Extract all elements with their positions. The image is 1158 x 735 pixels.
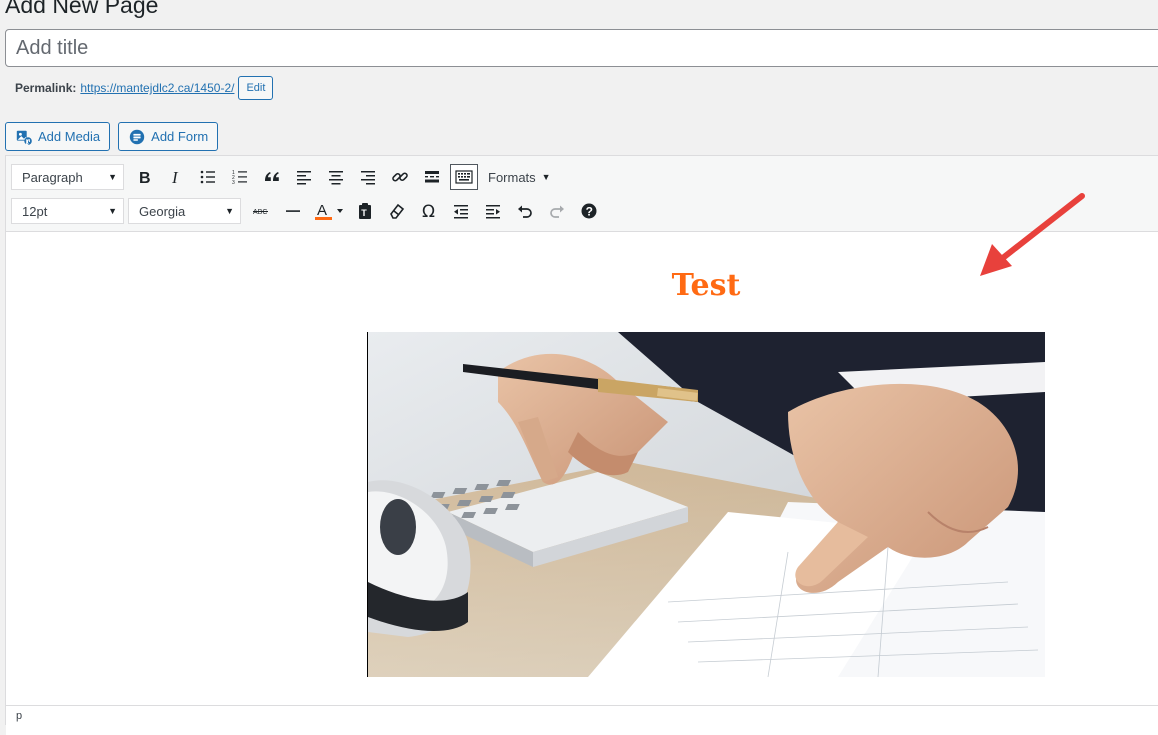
read-more-icon [425,171,439,183]
font-size-value: 12pt [22,203,48,219]
svg-text:A: A [317,202,327,219]
blockquote-icon [265,172,279,181]
align-center-icon [329,171,343,185]
toolbar-toggle-button[interactable] [450,164,478,190]
align-left-button[interactable] [288,162,320,192]
editor-content[interactable]: Test [6,232,1158,704]
blockquote-button[interactable] [256,162,288,192]
chevron-down-icon: ▼ [108,206,117,216]
svg-text:?: ? [586,205,593,219]
title-field-wrap [5,29,1158,67]
redo-icon [550,205,564,218]
svg-text:ABC: ABC [253,209,267,216]
insert-link-button[interactable] [384,162,416,192]
align-right-icon [361,171,375,185]
add-form-button[interactable]: Add Form [118,122,219,151]
text-color-icon: A [315,202,343,220]
keyboard-icon [455,170,473,184]
block-format-value: Paragraph [22,169,83,185]
align-center-button[interactable] [320,162,352,192]
paste-text-button[interactable]: T [349,196,381,226]
align-right-button[interactable] [352,162,384,192]
title-input[interactable] [6,30,1158,66]
chevron-down-icon: ▼ [108,172,117,182]
permalink-link[interactable]: https://mantejdlc2.ca/1450-2/ [80,81,234,95]
formats-dropdown[interactable]: Formats ▼ [488,170,551,185]
media-buttons: Add Media Add Form [5,122,219,151]
permalink-row: Permalink: https://mantejdlc2.ca/1450-2/… [15,76,274,100]
font-size-select[interactable]: 12pt ▼ [11,198,124,224]
svg-text:T: T [361,208,367,218]
strikethrough-button[interactable]: ABC [245,196,277,226]
bullet-list-button[interactable] [192,162,224,192]
clipboard-icon: T [359,203,371,219]
read-more-button[interactable] [416,162,448,192]
content-image[interactable] [367,332,1045,677]
indent-button[interactable] [477,196,509,226]
undo-button[interactable] [509,196,541,226]
bold-icon: B [139,170,151,187]
bullet-list-icon [200,170,215,184]
strikethrough-icon: ABC [253,209,268,216]
omega-icon: Ω [422,202,435,221]
indent-icon [486,205,500,219]
text-color-button[interactable]: A [309,196,349,226]
font-family-value: Georgia [139,203,186,219]
horizontal-line-icon [286,210,300,212]
svg-text:3: 3 [232,180,235,186]
page-heading: Add New Page [5,0,159,18]
toolbar-row-1: Paragraph ▼ B I 123 Formats ▼ [11,162,551,192]
special-character-button[interactable]: Ω [413,196,445,226]
outdent-icon [454,205,468,219]
permalink-label: Permalink: [15,81,77,95]
add-form-label: Add Form [151,129,209,144]
svg-text:I: I [171,168,179,187]
outdent-button[interactable] [445,196,477,226]
editor-statusbar: p [6,705,1158,735]
calculator-hands-photo [368,332,1045,677]
numbered-list-button[interactable]: 123 [224,162,256,192]
block-format-select[interactable]: Paragraph ▼ [11,164,124,190]
font-family-select[interactable]: Georgia ▼ [128,198,241,224]
horizontal-line-button[interactable] [277,196,309,226]
add-media-icon [16,130,32,145]
link-icon [392,172,408,182]
formats-label: Formats [488,169,536,185]
form-icon [129,129,145,144]
bold-button[interactable]: B [128,162,160,192]
chevron-down-icon: ▼ [541,172,551,182]
annotation-arrow-icon [980,193,1085,276]
svg-text:Ω: Ω [422,202,435,221]
permalink-edit-button[interactable]: Edit [238,76,274,100]
undo-icon [518,205,532,218]
redo-button[interactable] [541,196,573,226]
clear-formatting-button[interactable] [381,196,413,226]
italic-icon: I [171,168,179,187]
numbered-list-icon: 123 [232,170,247,186]
eraser-icon [390,203,405,219]
chevron-down-icon: ▼ [225,206,234,216]
svg-text:B: B [139,170,151,187]
element-path[interactable]: p [16,710,22,722]
italic-button[interactable]: I [160,162,192,192]
add-media-label: Add Media [38,129,101,144]
add-media-button[interactable]: Add Media [5,122,111,151]
toolbar-row-2: 12pt ▼ Georgia ▼ ABC A T Ω ? [11,196,605,226]
align-left-icon [297,171,311,185]
help-icon: ? [581,203,597,219]
help-button[interactable]: ? [573,196,605,226]
